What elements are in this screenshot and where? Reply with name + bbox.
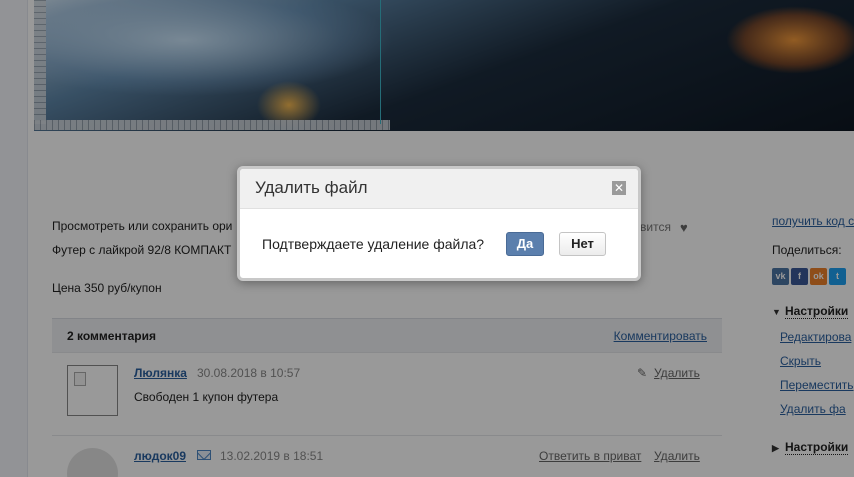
confirm-no-button[interactable]: Нет xyxy=(559,232,606,256)
close-icon[interactable]: ✕ xyxy=(612,181,626,195)
dialog-title: Удалить файл xyxy=(255,178,368,197)
dialog-header: Удалить файл ✕ xyxy=(240,169,638,209)
delete-file-dialog: Удалить файл ✕ Подтверждаете удаление фа… xyxy=(237,166,641,281)
dialog-message: Подтверждаете удаление файла? xyxy=(262,236,485,252)
confirm-yes-button[interactable]: Да xyxy=(506,232,544,256)
